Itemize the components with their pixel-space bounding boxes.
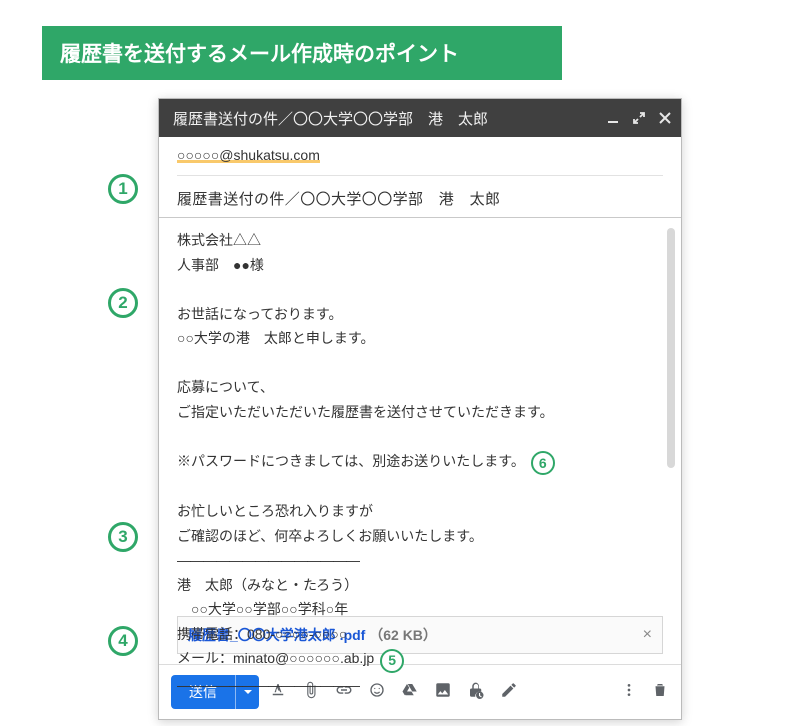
close-icon[interactable] [659,112,671,124]
expand-icon[interactable] [633,112,645,124]
body-line: ※パスワードにつきましては、別途お送りいたします。 6 [177,449,663,475]
body-area[interactable]: 株式会社△△ 人事部 ●●様 お世話になっております。 ○○大学の港 太郎と申し… [159,217,681,606]
body-line: お忙しいところ恐れ入りますが [177,499,663,524]
minimize-icon[interactable] [607,112,619,124]
divider-line: —————————————— [177,548,663,573]
body-line: お世話になっております。 [177,302,663,327]
scrollbar[interactable] [667,228,675,468]
signature-line: メール：minato@○○○○○○.ab.jp 5 [177,646,663,672]
password-note: ※パスワードにつきましては、別途お送りいたします。 [177,453,525,469]
page-title: 履歴書を送付するメール作成時のポイント [42,26,562,80]
signature-line: 港 太郎（みなと・たろう） [177,573,663,598]
annotation-6: 6 [531,451,555,475]
body-line: ご指定いただいただいた履歴書を送付させていただきます。 [177,400,663,425]
subject-field[interactable]: 履歴書送付の件／〇〇大学〇〇学部 港 太郎 [177,175,663,209]
recipient-address: ○○○○○@shukatsu.com [177,147,320,163]
body-line: ご確認のほど、何卒よろしくお願いいたします。 [177,524,663,549]
compose-header: 履歴書送付の件／〇〇大学〇〇学部 港 太郎 [159,99,681,137]
body-line: 応募について、 [177,375,663,400]
annotation-1: 1 [108,174,138,204]
annotation-4: 4 [108,626,138,656]
signature-line: 携帯電話：080-○○○○-○○○○ [177,622,663,647]
body-line: 人事部 ●●様 [177,253,663,278]
to-field[interactable]: ○○○○○@shukatsu.com [159,137,681,167]
divider-line: —————————————— [177,673,663,698]
body-line: 株式会社△△ [177,228,663,253]
signature-line: ○○大学○○学部○○学科○年 [177,597,663,622]
compose-window: 履歴書送付の件／〇〇大学〇〇学部 港 太郎 ○○○○○@shukatsu.com… [158,98,682,720]
body-line: ○○大学の港 太郎と申します。 [177,326,663,351]
annotation-5: 5 [380,649,404,673]
annotation-2: 2 [108,288,138,318]
window-title: 履歴書送付の件／〇〇大学〇〇学部 港 太郎 [173,108,488,129]
signature-email: メール：minato@○○○○○○.ab.jp [177,650,374,666]
annotation-3: 3 [108,522,138,552]
